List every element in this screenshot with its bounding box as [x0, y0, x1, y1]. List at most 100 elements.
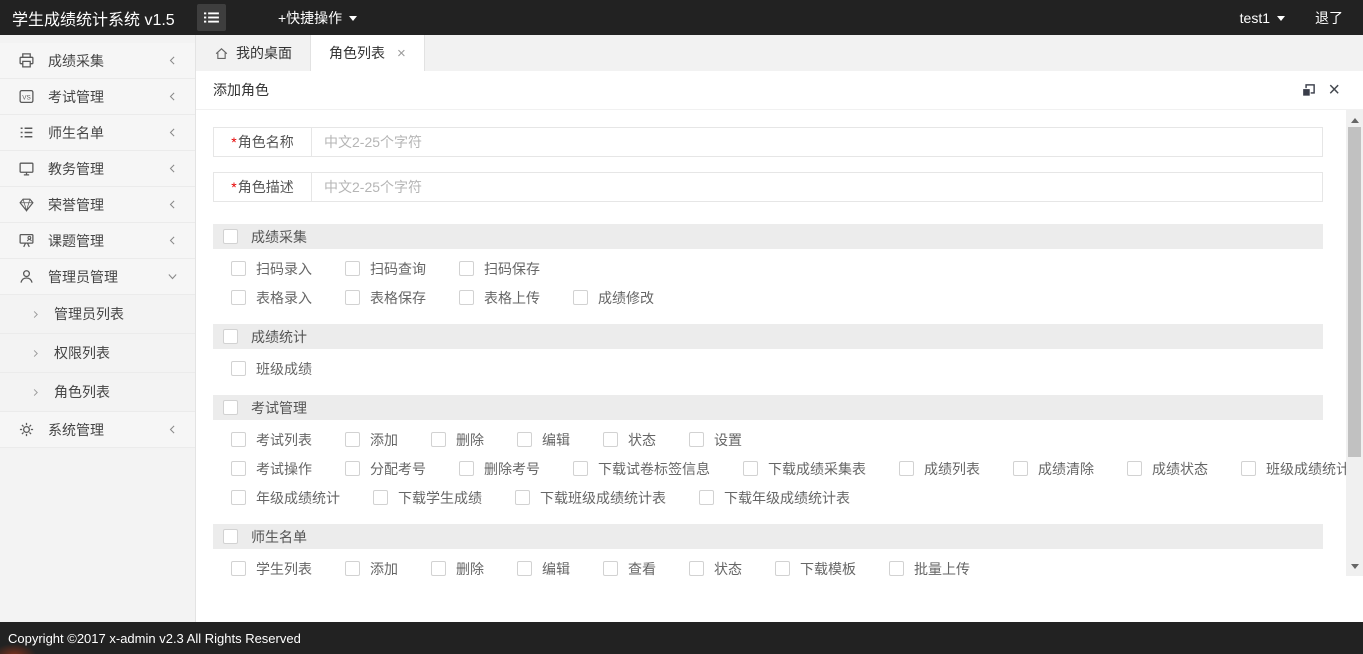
role-desc-input[interactable] — [312, 173, 1322, 201]
permission-item: 考试操作 — [231, 459, 312, 479]
permission-checkbox[interactable] — [345, 461, 360, 476]
group-header-exam-manage: 考试管理 — [213, 395, 1323, 420]
group-checkbox[interactable] — [223, 529, 238, 544]
user-icon — [18, 268, 35, 285]
permission-group-score-stats: 成绩统计 班级成绩 — [213, 324, 1323, 383]
group-title: 成绩采集 — [251, 228, 307, 245]
add-role-form: *角色名称*角色描述 成绩采集扫码录入扫码查询扫码保存表格录入表格保存表格上传成… — [196, 110, 1363, 583]
permission-item: 下载成绩采集表 — [743, 459, 866, 479]
permission-checkbox[interactable] — [231, 290, 246, 305]
permission-checkbox[interactable] — [889, 561, 904, 576]
permission-label: 下载成绩采集表 — [768, 460, 866, 477]
group-header-score-collect: 成绩采集 — [213, 224, 1323, 249]
sidebar-item-score-collect[interactable]: 成绩采集 — [0, 43, 195, 79]
permission-row: 班级成绩 — [213, 354, 1323, 383]
permission-checkbox[interactable] — [1241, 461, 1256, 476]
sidebar-item-topic-manage[interactable]: 课题管理 — [0, 223, 195, 259]
panel-header: 添加角色 × — [196, 71, 1363, 110]
permission-label: 成绩列表 — [924, 460, 980, 477]
permission-checkbox[interactable] — [1013, 461, 1028, 476]
sidebar-item-academic-manage[interactable]: 教务管理 — [0, 151, 195, 187]
quick-actions-dropdown[interactable]: +快捷操作 — [278, 8, 358, 28]
sidebar-subitem-admin-manage-0[interactable]: 管理员列表 — [0, 295, 195, 334]
permission-checkbox[interactable] — [231, 461, 246, 476]
permission-checkbox[interactable] — [573, 461, 588, 476]
permission-label: 扫码查询 — [370, 260, 426, 277]
permission-checkbox[interactable] — [1127, 461, 1142, 476]
permission-checkbox[interactable] — [345, 561, 360, 576]
sidebar-item-label: 师生名单 — [48, 124, 104, 141]
permission-checkbox[interactable] — [231, 361, 246, 376]
sidebar-subitem-admin-manage-2[interactable]: 角色列表 — [0, 373, 195, 412]
collapse-sidebar-button[interactable] — [197, 4, 226, 31]
logout-link[interactable]: 退了 — [1315, 8, 1343, 28]
permission-checkbox[interactable] — [231, 490, 246, 505]
permission-label: 表格上传 — [484, 289, 540, 306]
permission-checkbox[interactable] — [517, 561, 532, 576]
main-area: 我的桌面 角色列表 × 添加角色 × *角色名称*角色描述 成绩采集扫码录入扫码查询… — [196, 35, 1363, 622]
permission-item: 成绩修改 — [573, 288, 654, 308]
role-name-input[interactable] — [312, 128, 1322, 156]
sidebar-subitem-admin-manage-1[interactable]: 权限列表 — [0, 334, 195, 373]
permission-checkbox[interactable] — [345, 290, 360, 305]
permission-checkbox[interactable] — [689, 432, 704, 447]
permission-checkbox[interactable] — [517, 432, 532, 447]
hamburger-icon — [203, 10, 220, 25]
scroll-down-arrow[interactable] — [1346, 560, 1363, 576]
permission-checkbox[interactable] — [345, 432, 360, 447]
permission-checkbox[interactable] — [515, 490, 530, 505]
tab-close-icon[interactable]: × — [397, 46, 406, 61]
permission-item: 下载试卷标签信息 — [573, 459, 710, 479]
permission-checkbox[interactable] — [573, 290, 588, 305]
permission-label: 成绩修改 — [598, 289, 654, 306]
permission-label: 批量上传 — [914, 560, 970, 577]
required-mark: * — [231, 179, 237, 195]
permission-checkbox[interactable] — [459, 261, 474, 276]
permission-item: 删除 — [431, 430, 484, 450]
tab-label: 我的桌面 — [236, 45, 292, 61]
permission-checkbox[interactable] — [459, 290, 474, 305]
sidebar-item-admin-manage[interactable]: 管理员管理 — [0, 259, 195, 295]
close-icon[interactable]: × — [1328, 80, 1340, 100]
content-scrollbar[interactable] — [1346, 110, 1363, 576]
permission-checkbox[interactable] — [699, 490, 714, 505]
permission-group-score-collect: 成绩采集 扫码录入 扫码查询 扫码保存 表格录入 表格保存 表格上传 成绩修改 — [213, 224, 1323, 312]
permission-checkbox[interactable] — [231, 432, 246, 447]
permission-checkbox[interactable] — [899, 461, 914, 476]
permission-checkbox[interactable] — [373, 490, 388, 505]
permission-checkbox[interactable] — [775, 561, 790, 576]
restore-window-icon[interactable] — [1301, 83, 1316, 98]
permission-checkbox[interactable] — [603, 432, 618, 447]
permission-checkbox[interactable] — [345, 261, 360, 276]
sidebar-item-label: 考试管理 — [48, 88, 104, 105]
permission-checkbox[interactable] — [459, 461, 474, 476]
sidebar-item-honor-manage[interactable]: 荣誉管理 — [0, 187, 195, 223]
tab-role-list[interactable]: 角色列表 × — [311, 35, 425, 71]
permission-row: 表格录入 表格保存 表格上传 成绩修改 — [213, 283, 1323, 312]
group-checkbox[interactable] — [223, 400, 238, 415]
sidebar-item-system-manage[interactable]: 系统管理 — [0, 412, 195, 448]
permission-checkbox[interactable] — [689, 561, 704, 576]
permission-item: 查看 — [603, 559, 656, 579]
permission-checkbox[interactable] — [603, 561, 618, 576]
permission-checkbox[interactable] — [431, 561, 446, 576]
scrollbar-thumb[interactable] — [1348, 127, 1361, 457]
chevron-left-icon — [166, 126, 179, 139]
group-checkbox[interactable] — [223, 229, 238, 244]
permission-row: 年级成绩统计 下载学生成绩 下载班级成绩统计表 下载年级成绩统计表 — [213, 483, 1323, 512]
permission-item: 编辑 — [517, 430, 570, 450]
permission-checkbox[interactable] — [231, 561, 246, 576]
permission-checkbox[interactable] — [431, 432, 446, 447]
permission-checkbox[interactable] — [743, 461, 758, 476]
permission-checkbox[interactable] — [231, 261, 246, 276]
sidebar-item-exam-manage[interactable]: VS 考试管理 — [0, 79, 195, 115]
group-checkbox[interactable] — [223, 329, 238, 344]
user-dropdown[interactable]: test1 — [1240, 10, 1285, 26]
sidebar-item-roster[interactable]: 师生名单 — [0, 115, 195, 151]
tab-label: 角色列表 — [329, 45, 385, 61]
tab-desktop[interactable]: 我的桌面 — [196, 35, 311, 71]
scroll-up-arrow[interactable] — [1346, 110, 1363, 126]
permission-item: 下载模板 — [775, 559, 856, 579]
group-title: 考试管理 — [251, 399, 307, 416]
gem-icon — [18, 196, 35, 213]
